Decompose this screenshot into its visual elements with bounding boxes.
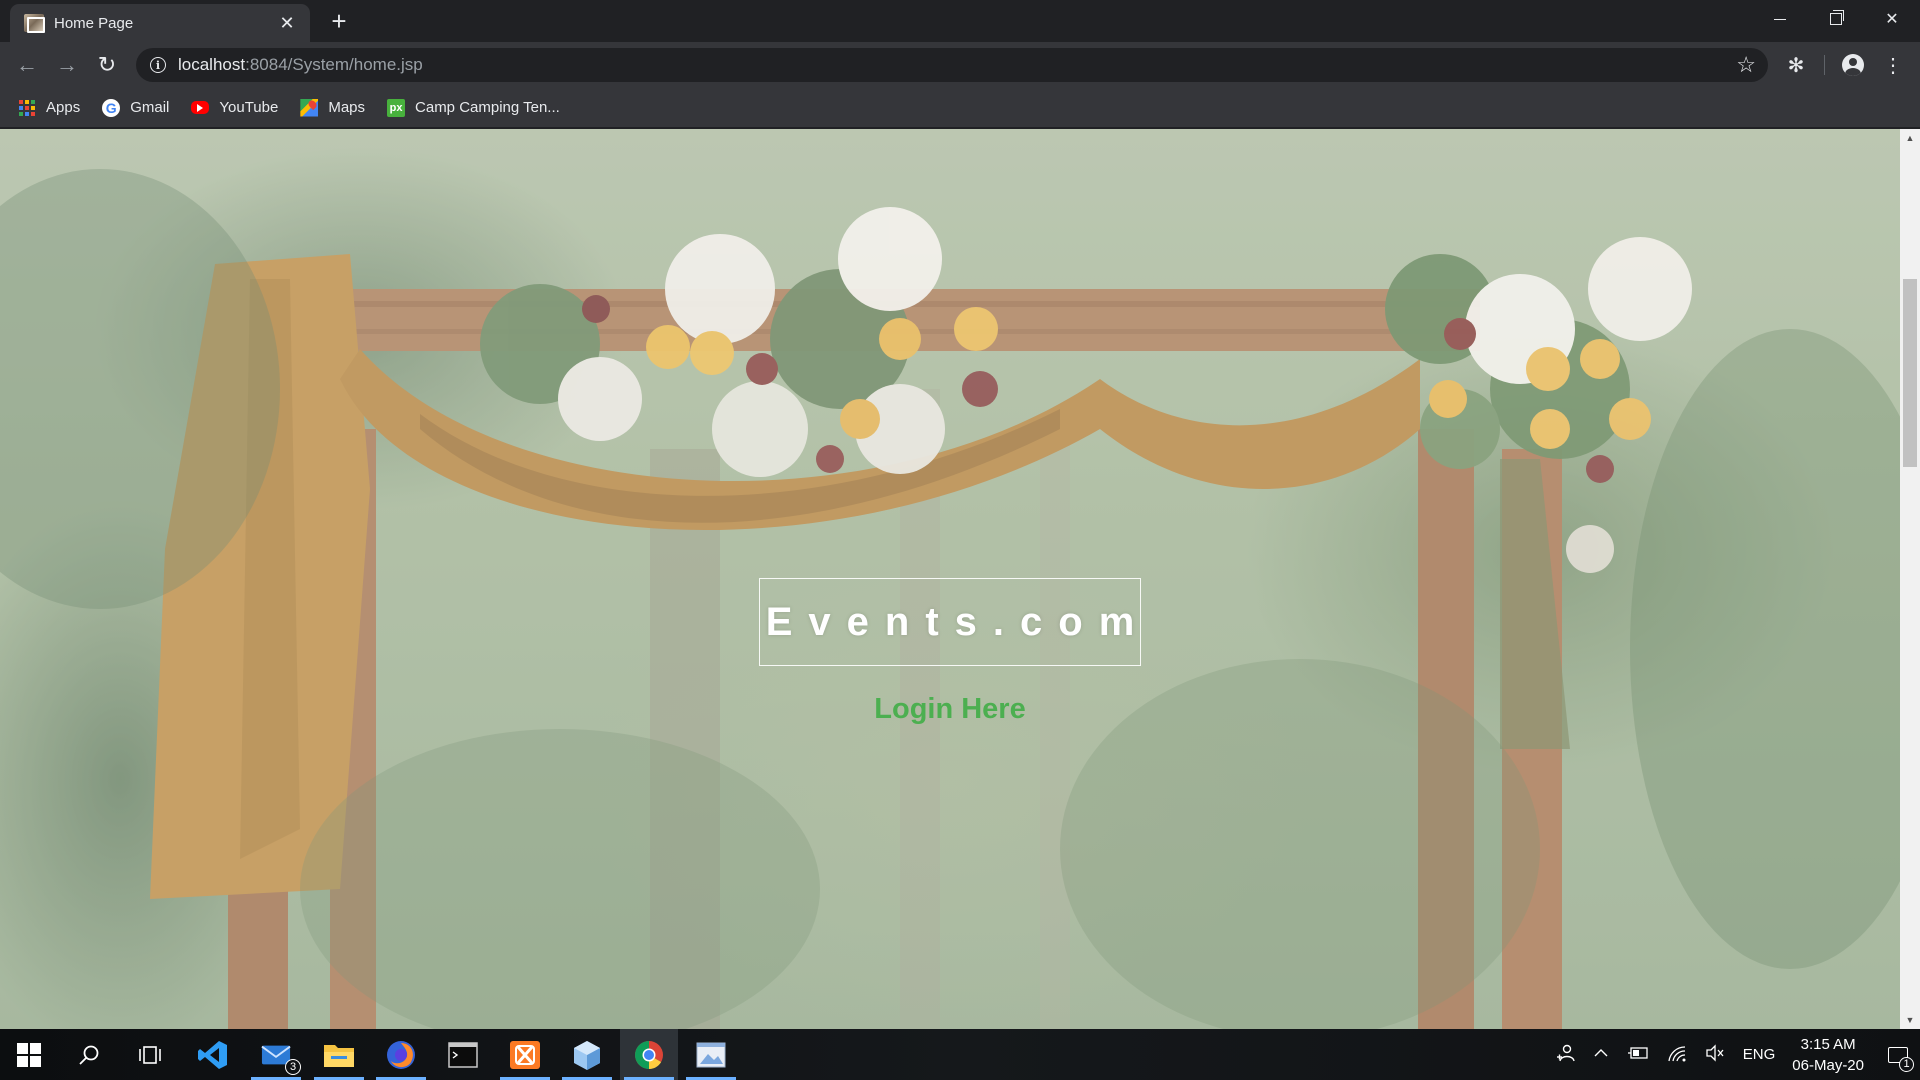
mail-badge: 3 xyxy=(285,1058,301,1075)
taskbar-app-photos[interactable] xyxy=(682,1029,740,1080)
bookmarks-bar: Apps G Gmail YouTube Maps px Camp Campin… xyxy=(0,88,1920,128)
clock[interactable]: 3:15 AM 06-May-20 xyxy=(1792,1034,1864,1076)
scroll-down-arrow-icon[interactable]: ▼ xyxy=(1900,1011,1920,1029)
restore-icon xyxy=(1830,10,1844,25)
px-icon: px xyxy=(387,98,406,117)
page-viewport: Events.com Login Here xyxy=(0,129,1900,1029)
photos-icon xyxy=(696,1042,726,1067)
start-button[interactable] xyxy=(0,1029,58,1080)
battery-icon[interactable] xyxy=(1627,1045,1649,1065)
url-path: :8084/System/home.jsp xyxy=(245,55,423,74)
wifi-icon[interactable] xyxy=(1667,1044,1687,1066)
taskbar-app-vscode[interactable] xyxy=(184,1029,242,1080)
login-link[interactable]: Login Here xyxy=(0,693,1900,726)
action-center-button[interactable]: 1 xyxy=(1876,1029,1920,1080)
notification-count: 1 xyxy=(1899,1057,1914,1072)
reload-button[interactable]: ↻ xyxy=(92,50,122,80)
xampp-icon xyxy=(510,1040,540,1069)
box-icon xyxy=(574,1040,600,1070)
search-icon xyxy=(79,1045,99,1065)
chrome-icon xyxy=(635,1040,663,1069)
maps-icon xyxy=(300,98,319,117)
bookmark-label: Camp Camping Ten... xyxy=(415,99,560,116)
task-view-icon xyxy=(139,1045,161,1064)
system-tray: ENG 3:15 AM 06-May-20 1 xyxy=(1546,1029,1920,1080)
tab-close-icon[interactable]: ✕ xyxy=(276,12,298,34)
taskbar-search-button[interactable] xyxy=(60,1029,118,1080)
chevron-up-icon[interactable] xyxy=(1593,1045,1609,1065)
window-controls: ✕ xyxy=(1752,0,1920,38)
bookmark-gmail[interactable]: G Gmail xyxy=(102,98,170,117)
bookmark-label: Apps xyxy=(46,99,81,116)
clock-date: 06-May-20 xyxy=(1792,1056,1864,1074)
mail-icon: 3 xyxy=(261,1041,301,1075)
bookmark-label: Maps xyxy=(328,99,366,116)
url-host: localhost xyxy=(178,55,246,74)
bookmark-label: YouTube xyxy=(219,99,279,116)
profile-avatar-icon xyxy=(1842,54,1864,76)
browser-toolbar: ← → ↻ i localhost:8084/System/home.jsp ☆… xyxy=(0,42,1920,88)
tab-strip: Home Page ✕ + ✕ xyxy=(0,0,1920,42)
brand-box: Events.com xyxy=(759,578,1141,666)
back-button[interactable]: ← xyxy=(12,50,42,80)
site-info-icon[interactable]: i xyxy=(150,57,166,73)
vscode-icon xyxy=(198,1040,227,1069)
close-window-button[interactable]: ✕ xyxy=(1864,0,1920,38)
apps-grid-icon xyxy=(18,99,36,117)
taskbar-app-box[interactable] xyxy=(558,1029,616,1080)
hero-section: Events.com Login Here xyxy=(0,129,1900,1029)
new-tab-button[interactable]: + xyxy=(324,6,354,36)
people-icon[interactable] xyxy=(1555,1043,1575,1067)
taskbar-app-firefox[interactable] xyxy=(372,1029,430,1080)
bookmark-maps[interactable]: Maps xyxy=(300,98,366,117)
scroll-up-arrow-icon[interactable]: ▲ xyxy=(1900,129,1920,147)
profile-button[interactable] xyxy=(1838,50,1868,80)
minimize-button[interactable] xyxy=(1752,0,1808,38)
bookmark-apps[interactable]: Apps xyxy=(18,99,80,117)
windows-logo-icon xyxy=(17,1042,41,1067)
page-scrollbar[interactable]: ▲ ▼ xyxy=(1900,129,1920,1029)
bookmark-label: Gmail xyxy=(130,99,170,116)
volume-muted-icon[interactable] xyxy=(1705,1043,1725,1066)
bookmark-camp[interactable]: px Camp Camping Ten... xyxy=(387,98,560,117)
bookmark-star-icon[interactable]: ☆ xyxy=(1736,52,1756,78)
browser-tab[interactable]: Home Page ✕ xyxy=(10,4,310,42)
terminal-icon xyxy=(448,1041,478,1068)
youtube-icon xyxy=(191,101,210,114)
firefox-icon xyxy=(387,1040,415,1069)
clock-time: 3:15 AM xyxy=(1800,1035,1856,1053)
bookmark-youtube[interactable]: YouTube xyxy=(191,99,278,116)
taskbar-app-file-explorer[interactable] xyxy=(310,1029,368,1080)
taskbar-app-terminal[interactable] xyxy=(434,1029,492,1080)
minimize-icon xyxy=(1774,18,1786,20)
address-bar[interactable]: i localhost:8084/System/home.jsp ☆ xyxy=(136,48,1768,82)
task-view-button[interactable] xyxy=(121,1029,179,1080)
toolbar-divider xyxy=(1824,55,1825,75)
taskbar-app-chrome[interactable] xyxy=(620,1029,678,1080)
restore-button[interactable] xyxy=(1808,0,1864,38)
windows-taskbar: 3 ENG 3:15 AM 06-May-20 1 xyxy=(0,1029,1920,1080)
tab-title: Home Page xyxy=(54,14,134,32)
extension-icon[interactable]: ✻ xyxy=(1781,50,1811,80)
scrollbar-thumb[interactable] xyxy=(1903,279,1917,467)
forward-button[interactable]: → xyxy=(52,50,82,80)
folder-icon xyxy=(324,1044,354,1067)
browser-menu-button[interactable]: ⋮ xyxy=(1878,50,1908,80)
page-favicon-icon xyxy=(24,14,45,33)
google-icon: G xyxy=(102,98,121,117)
taskbar-app-mail[interactable]: 3 xyxy=(247,1029,305,1080)
language-indicator[interactable]: ENG xyxy=(1743,1046,1776,1063)
brand-title: Events.com xyxy=(765,599,1151,644)
taskbar-app-xampp[interactable] xyxy=(496,1029,554,1080)
